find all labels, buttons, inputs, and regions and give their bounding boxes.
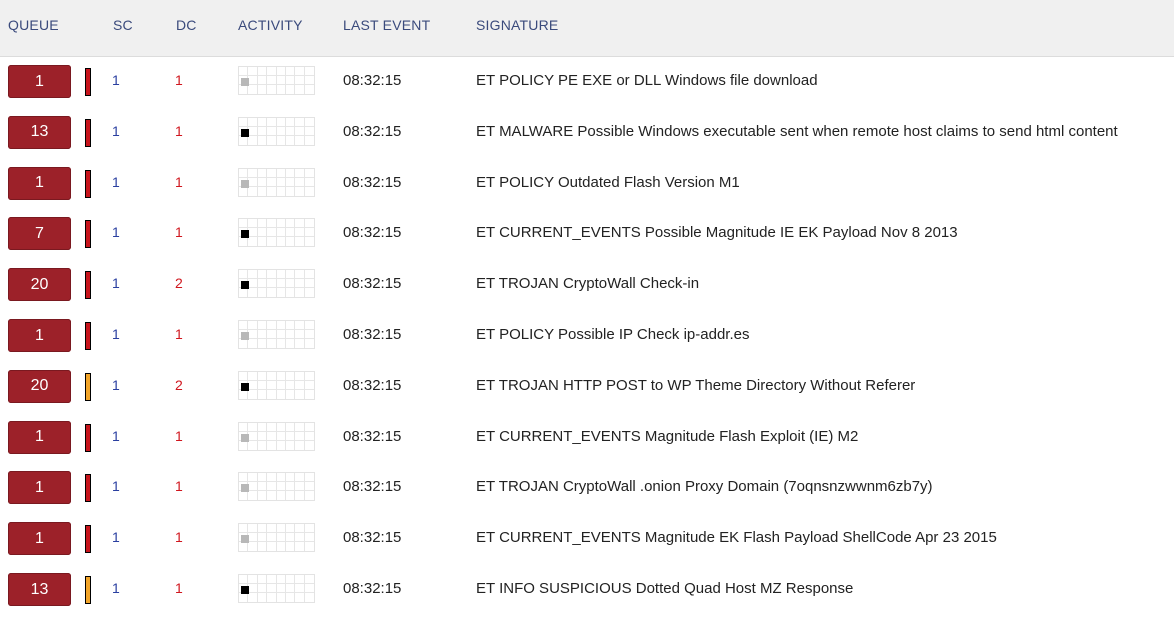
activity-mark [241, 128, 249, 137]
source-count[interactable]: 1 [112, 275, 120, 291]
activity-grid [238, 167, 315, 197]
signature-text[interactable]: ET TROJAN CryptoWall Check-in [476, 275, 699, 292]
source-count[interactable]: 1 [112, 478, 120, 494]
activity-grid [238, 523, 315, 553]
queue-count-button[interactable]: 7 [8, 217, 71, 251]
queue-count-button[interactable]: 13 [8, 115, 71, 149]
destination-count[interactable]: 1 [175, 529, 183, 545]
priority-indicator [85, 372, 91, 401]
queue-count-button[interactable]: 1 [8, 65, 71, 98]
priority-indicator [85, 423, 91, 452]
destination-count[interactable]: 1 [175, 224, 183, 240]
signature-text[interactable]: ET TROJAN CryptoWall .onion Proxy Domain… [476, 478, 933, 495]
activity-grid [238, 66, 315, 95]
activity-grid [238, 269, 315, 299]
activity-grid [238, 421, 315, 451]
last-event-time: 08:32:15 [343, 122, 402, 140]
destination-count[interactable]: 1 [175, 174, 183, 190]
activity-grid [238, 370, 315, 400]
activity-grid [238, 320, 315, 349]
activity-grid [238, 218, 315, 248]
activity-grid [238, 472, 315, 502]
signature-text[interactable]: ET INFO SUSPICIOUS Dotted Quad Host MZ R… [476, 580, 853, 597]
priority-indicator [85, 322, 91, 350]
last-event-time: 08:32:15 [343, 224, 402, 242]
source-count[interactable]: 1 [112, 428, 120, 444]
activity-grid [238, 574, 315, 603]
table-row[interactable]: 13 1 1 08:32:15 ET INFO SUSPICIOUS Dotted Qu… [0, 573, 1174, 640]
priority-indicator [85, 169, 91, 198]
last-event-time: 08:32:15 [343, 529, 402, 547]
signature-text[interactable]: ET TROJAN HTTP POST to WP Theme Director… [476, 377, 915, 394]
source-count[interactable]: 1 [112, 377, 120, 393]
activity-mark [241, 382, 249, 391]
activity-mark [241, 230, 249, 239]
queue-count-button[interactable]: 1 [8, 319, 71, 352]
last-event-time: 08:32:15 [343, 478, 402, 496]
queue-count-button[interactable]: 1 [8, 420, 71, 454]
destination-count[interactable]: 1 [175, 580, 183, 596]
last-event-time: 08:32:15 [343, 275, 402, 293]
destination-count[interactable]: 1 [175, 428, 183, 444]
activity-mark [241, 332, 249, 340]
priority-indicator [85, 68, 91, 96]
source-count[interactable]: 1 [112, 580, 120, 596]
header-dc[interactable]: DC [176, 17, 197, 33]
activity-mark [241, 433, 249, 442]
source-count[interactable]: 1 [112, 174, 120, 190]
last-event-time: 08:32:15 [343, 173, 402, 191]
last-event-time: 08:32:15 [343, 580, 402, 597]
header-sc[interactable]: SC [113, 17, 133, 33]
source-count[interactable]: 1 [112, 72, 120, 88]
source-count[interactable]: 1 [112, 224, 120, 240]
header-activity[interactable]: ACTIVITY [238, 17, 303, 33]
header-signature[interactable]: SIGNATURE [476, 17, 558, 33]
source-count[interactable]: 1 [112, 529, 120, 545]
destination-count[interactable]: 1 [175, 326, 183, 342]
activity-grid [238, 116, 315, 146]
priority-indicator [85, 474, 91, 503]
event-queue-view: QUEUE SC DC ACTIVITY LAST EVENT SIGNATUR… [0, 0, 1174, 617]
header-last-event[interactable]: LAST EVENT [343, 17, 430, 33]
priority-indicator [85, 118, 91, 147]
signature-text[interactable]: ET POLICY Outdated Flash Version M1 [476, 174, 740, 191]
activity-mark [241, 179, 249, 188]
queue-count-button[interactable]: 1 [8, 522, 71, 556]
priority-indicator [85, 576, 91, 604]
queue-count-button[interactable]: 1 [8, 166, 71, 200]
signature-text[interactable]: ET CURRENT_EVENTS Magnitude EK Flash Pay… [476, 529, 997, 546]
signature-text[interactable]: ET POLICY PE EXE or DLL Windows file dow… [476, 72, 818, 89]
destination-count[interactable]: 2 [175, 377, 183, 393]
activity-mark [241, 535, 249, 544]
priority-indicator [85, 271, 91, 300]
activity-mark [241, 586, 249, 594]
activity-mark [241, 78, 249, 86]
priority-indicator [85, 220, 91, 249]
last-event-time: 08:32:15 [343, 72, 402, 89]
last-event-time: 08:32:15 [343, 326, 402, 343]
signature-text[interactable]: ET CURRENT_EVENTS Possible Magnitude IE … [476, 224, 958, 241]
last-event-time: 08:32:15 [343, 376, 402, 394]
activity-mark [241, 281, 249, 290]
queue-count-button[interactable]: 20 [8, 369, 71, 403]
header-queue[interactable]: QUEUE [8, 17, 59, 33]
destination-count[interactable]: 1 [175, 72, 183, 88]
queue-count-button[interactable]: 20 [8, 268, 71, 302]
destination-count[interactable]: 1 [175, 478, 183, 494]
table-header: QUEUE SC DC ACTIVITY LAST EVENT SIGNATUR… [0, 0, 1174, 57]
activity-mark [241, 484, 249, 493]
source-count[interactable]: 1 [112, 326, 120, 342]
signature-text[interactable]: ET CURRENT_EVENTS Magnitude Flash Exploi… [476, 428, 858, 445]
priority-indicator [85, 525, 91, 554]
queue-count-button[interactable]: 13 [8, 573, 71, 606]
queue-count-button[interactable]: 1 [8, 471, 71, 505]
destination-count[interactable]: 2 [175, 275, 183, 291]
source-count[interactable]: 1 [112, 123, 120, 139]
signature-text[interactable]: ET POLICY Possible IP Check ip-addr.es [476, 326, 749, 343]
signature-text[interactable]: ET MALWARE Possible Windows executable s… [476, 123, 1118, 140]
last-event-time: 08:32:15 [343, 427, 402, 445]
destination-count[interactable]: 1 [175, 123, 183, 139]
